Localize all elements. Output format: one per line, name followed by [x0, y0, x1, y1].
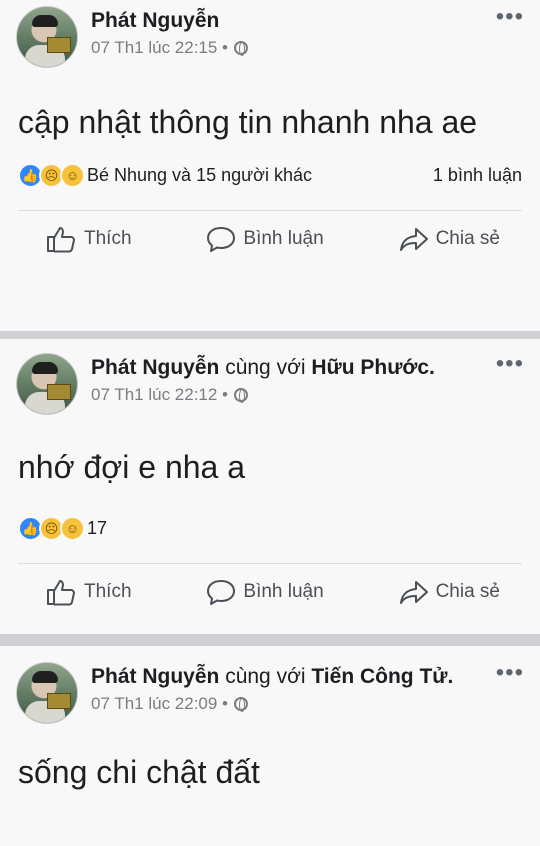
globe-icon — [234, 41, 249, 56]
share-label: Chia sẻ — [435, 581, 500, 602]
thumbs-up-icon — [47, 227, 75, 253]
share-button[interactable]: Chia sẻ — [398, 225, 500, 253]
post-timestamp[interactable]: 07 Th1 lúc 22:15 • — [91, 38, 488, 58]
tagged-user[interactable]: Hữu Phước. — [311, 356, 435, 379]
post-text: sống chi chật đất — [18, 754, 260, 790]
tagged-user[interactable]: Tiến Công Tử. — [311, 665, 453, 688]
author-line: Phát Nguyễn cùng với Hữu Phước. — [91, 354, 488, 381]
share-button[interactable]: Chia sẻ — [398, 578, 500, 606]
like-label: Thích — [84, 581, 132, 602]
reaction-icons: 👍 ☹ ☺ — [18, 163, 85, 188]
comment-button[interactable]: Bình luận — [205, 225, 324, 253]
action-bar: Thích Bình luận Chia sẻ — [0, 564, 540, 618]
like-label: Thích — [84, 228, 132, 249]
haha-reaction-icon: ☺ — [60, 516, 85, 541]
globe-icon — [234, 697, 249, 712]
with-text: cùng với — [225, 356, 306, 379]
post-card: Phát Nguyễn 07 Th1 lúc 22:15 • ••• cập n… — [0, 0, 540, 331]
share-icon — [399, 581, 428, 604]
author-name[interactable]: Phát Nguyễn — [91, 9, 219, 32]
comment-button[interactable]: Bình luận — [205, 578, 324, 606]
author-avatar[interactable] — [16, 662, 78, 724]
author-name[interactable]: Phát Nguyễn — [91, 356, 219, 379]
more-options-icon[interactable]: ••• — [496, 5, 524, 29]
haha-reaction-icon: ☺ — [60, 163, 85, 188]
thumbs-up-icon — [47, 580, 75, 606]
with-text: cùng với — [225, 665, 306, 688]
comment-label: Bình luận — [243, 581, 324, 602]
reactions-count[interactable]: 17 — [87, 518, 107, 539]
share-label: Chia sẻ — [435, 228, 500, 249]
author-avatar[interactable] — [16, 6, 78, 68]
post-timestamp[interactable]: 07 Th1 lúc 22:12 • — [91, 385, 488, 405]
post-text: nhớ đợi e nha a — [18, 449, 246, 485]
author-line: Phát Nguyễn — [91, 7, 488, 34]
author-name[interactable]: Phát Nguyễn — [91, 665, 219, 688]
reactions-row[interactable]: 👍 ☹ ☺ Bé Nhung và 15 người khác 1 bình l… — [0, 145, 540, 188]
time-text: 07 Th1 lúc 22:09 • — [91, 694, 229, 713]
action-bar: Thích Bình luận Chia sẻ — [0, 211, 540, 265]
like-button[interactable]: Thích — [46, 578, 132, 606]
post-text: cập nhật thông tin nhanh nha ae — [18, 104, 478, 140]
post-card: Phát Nguyễn cùng với Hữu Phước. 07 Th1 l… — [0, 339, 540, 634]
globe-icon — [234, 388, 249, 403]
more-options-icon[interactable]: ••• — [496, 661, 524, 685]
more-options-icon[interactable]: ••• — [496, 352, 524, 376]
post-timestamp[interactable]: 07 Th1 lúc 22:09 • — [91, 694, 488, 714]
like-button[interactable]: Thích — [46, 225, 132, 253]
comments-count[interactable]: 1 bình luận — [433, 165, 522, 186]
comment-icon — [207, 227, 236, 252]
share-icon — [399, 228, 428, 251]
time-text: 07 Th1 lúc 22:12 • — [91, 385, 229, 404]
reactions-row[interactable]: 👍 ☹ ☺ 17 — [0, 490, 540, 541]
reaction-icons: 👍 ☹ ☺ — [18, 516, 85, 541]
author-avatar[interactable] — [16, 353, 78, 415]
reactions-summary[interactable]: Bé Nhung và 15 người khác — [87, 165, 312, 186]
comment-icon — [207, 580, 236, 605]
author-line: Phát Nguyễn cùng với Tiến Công Tử. — [91, 663, 488, 690]
comment-label: Bình luận — [243, 228, 324, 249]
time-text: 07 Th1 lúc 22:15 • — [91, 38, 229, 57]
post-card: Phát Nguyễn cùng với Tiến Công Tử. 07 Th… — [0, 646, 540, 846]
